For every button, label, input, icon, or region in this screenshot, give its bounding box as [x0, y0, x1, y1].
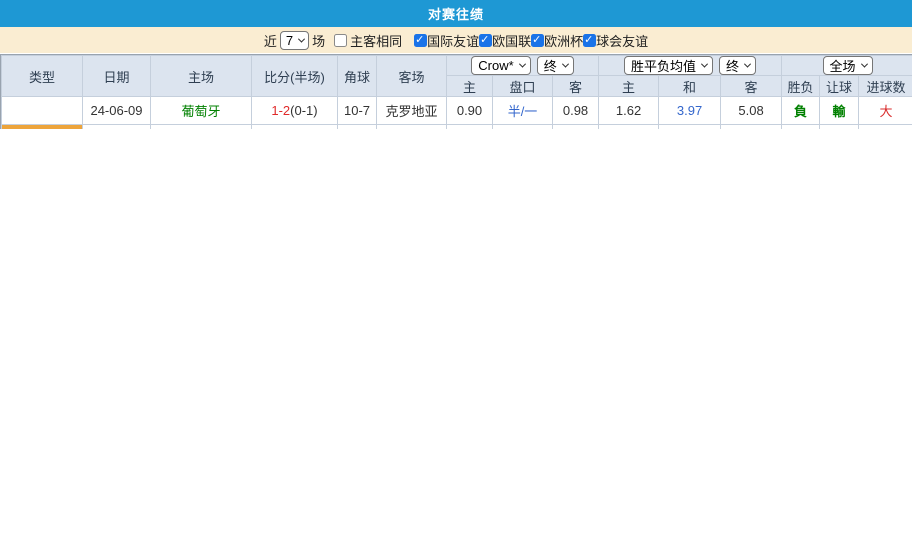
page-title: 对赛往绩 [428, 4, 484, 23]
asia-odds-selector-cell: Crow* 终 [447, 56, 599, 76]
goals-value: 大 [880, 104, 893, 119]
col-header-score: 比分(半场) [252, 56, 338, 97]
handicap-result-cell: 輸 [820, 97, 859, 125]
check-icon: ✓ [480, 33, 489, 47]
filter-label-club-friendly: 球会友谊 [596, 31, 648, 50]
subheader-result: 胜负 [782, 76, 820, 97]
handicap-result-value: 輸 [833, 104, 846, 119]
goals-cell: 大 [859, 97, 912, 125]
full-time-score: 1-2 [271, 103, 290, 118]
subheader-handicap-result: 让球 [820, 76, 859, 97]
filter-bar: 近 7 场 主客相同 ✓ 国际友谊 ✓ 欧国联 ✓ 欧洲杯 ✓ 球会友谊 [0, 27, 912, 53]
asia-odds-source-select[interactable]: Crow* [471, 56, 530, 75]
check-icon: ✓ [584, 33, 593, 47]
result-value: 負 [794, 104, 807, 119]
euro-draw-value: 3.97 [677, 103, 702, 118]
chevron-down-icon [562, 61, 569, 68]
scope-selector-cell: 全场 [782, 56, 912, 76]
panel-title-bar: 对赛往绩 [0, 0, 912, 27]
home-away-same-checkbox[interactable] [334, 34, 347, 47]
score-cell: 1-2(0-1) [252, 97, 338, 125]
head-to-head-panel: 对赛往绩 近 7 场 主客相同 ✓ 国际友谊 ✓ 欧国联 ✓ 欧洲杯 ✓ 球会友… [0, 0, 912, 540]
match-count-value: 7 [286, 33, 293, 48]
table-row: 国际友谊 24-06-09 葡萄牙 1-2(0-1) 10-7 克罗地亚 0.9… [2, 97, 912, 125]
col-header-away: 客场 [377, 56, 447, 97]
near-label: 近 [264, 31, 277, 50]
filter-checkbox-club-friendly[interactable]: ✓ [583, 34, 596, 47]
corners-cell: 10-7 [338, 97, 377, 125]
check-icon: ✓ [532, 33, 541, 47]
result-cell: 負 [782, 97, 820, 125]
euro-away-odds: 5.08 [721, 97, 782, 125]
away-team: 克罗地亚 [377, 97, 447, 125]
euro-odds-time-select[interactable]: 终 [719, 56, 756, 75]
away-team-name: 克罗地亚 [385, 104, 437, 119]
euro-odds-selector-cell: 胜平负均值 终 [599, 56, 782, 76]
partial-type-cell [2, 125, 83, 129]
subheader-goals: 进球数 [859, 76, 912, 97]
subheader-euro-draw: 和 [659, 76, 721, 97]
asia-odds-time-select[interactable]: 终 [537, 56, 574, 75]
asia-home-odds: 0.90 [447, 97, 493, 125]
subheader-euro-away: 客 [721, 76, 782, 97]
chevron-down-icon [519, 61, 526, 68]
asia-away-odds: 0.98 [553, 97, 599, 125]
euro-odds-time-value: 终 [726, 56, 739, 75]
match-date: 24-06-09 [83, 97, 151, 125]
head-to-head-table-wrapper: 类型 日期 主场 比分(半场) 角球 客场 Crow* 终 [0, 54, 912, 129]
match-count-select[interactable]: 7 [280, 31, 309, 50]
home-team: 葡萄牙 [151, 97, 252, 125]
scope-select[interactable]: 全场 [823, 56, 873, 75]
home-team-name: 葡萄牙 [181, 104, 220, 119]
match-type-cell[interactable]: 国际友谊 [2, 97, 83, 125]
chevron-down-icon [861, 61, 868, 68]
col-header-corners: 角球 [338, 56, 377, 97]
subheader-euro-home: 主 [599, 76, 659, 97]
check-icon: ✓ [415, 33, 424, 47]
handicap-value: 半/一 [508, 104, 538, 119]
chevron-down-icon [744, 61, 751, 68]
filter-label-nations-league: 欧国联 [492, 31, 531, 50]
col-header-date: 日期 [83, 56, 151, 97]
subheader-asia-away: 客 [553, 76, 599, 97]
col-header-type: 类型 [2, 56, 83, 97]
chevron-down-icon [701, 61, 708, 68]
scope-value: 全场 [830, 56, 856, 75]
count-suffix-label: 场 [312, 31, 325, 50]
euro-home-odds: 1.62 [599, 97, 659, 125]
asia-odds-time-value: 终 [544, 56, 557, 75]
head-to-head-table: 类型 日期 主场 比分(半场) 角球 客场 Crow* 终 [1, 55, 912, 129]
handicap-cell: 半/一 [493, 97, 553, 125]
filter-checkbox-nations-league[interactable]: ✓ [479, 34, 492, 47]
euro-odds-source-value: 胜平负均值 [631, 56, 696, 75]
half-time-score: (0-1) [290, 103, 317, 118]
filter-label-international-friendly: 国际友谊 [427, 31, 479, 50]
filter-label-euro-cup: 欧洲杯 [544, 31, 583, 50]
filter-checkbox-euro-cup[interactable]: ✓ [531, 34, 544, 47]
home-away-same-label: 主客相同 [350, 31, 402, 50]
partial-next-row [2, 125, 912, 129]
subheader-handicap: 盘口 [493, 76, 553, 97]
euro-odds-source-select[interactable]: 胜平负均值 [624, 56, 713, 75]
table-selector-row: 类型 日期 主场 比分(半场) 角球 客场 Crow* 终 [2, 56, 912, 76]
asia-odds-source-value: Crow* [478, 58, 513, 73]
euro-draw-odds: 3.97 [659, 97, 721, 125]
filter-checkbox-international-friendly[interactable]: ✓ [414, 34, 427, 47]
chevron-down-icon [298, 35, 305, 42]
col-header-home: 主场 [151, 56, 252, 97]
subheader-asia-home: 主 [447, 76, 493, 97]
